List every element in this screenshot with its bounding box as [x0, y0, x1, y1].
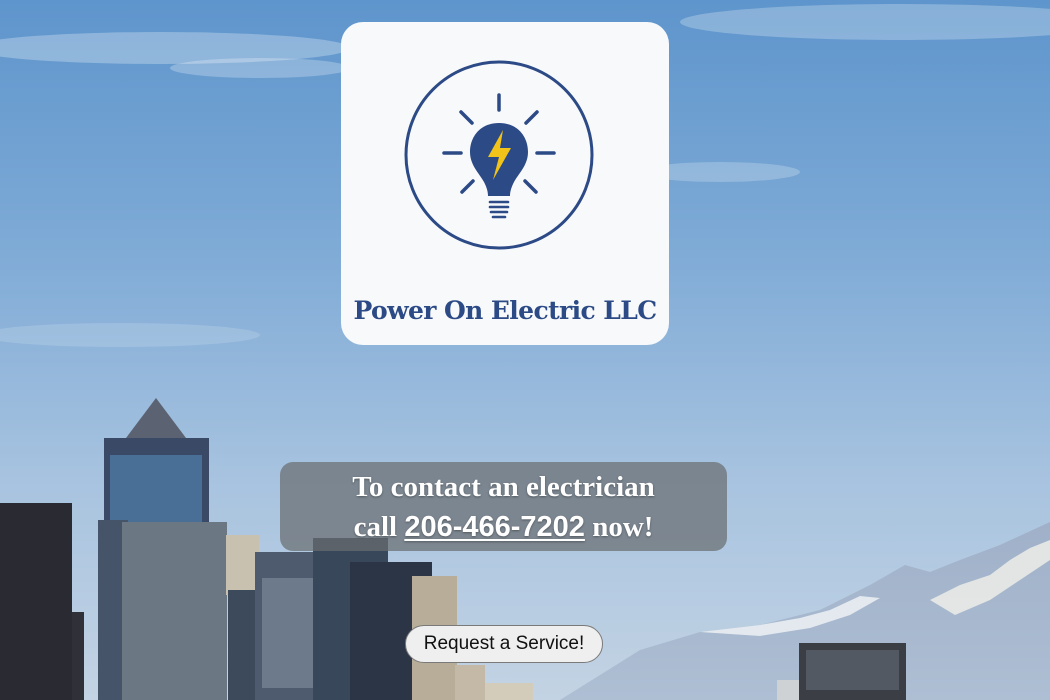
- contact-line-1: To contact an electrician: [352, 471, 655, 503]
- company-logo-card: Power On Electric LLC: [341, 22, 669, 345]
- contact-line-2: call 206-466-7202 now!: [280, 507, 727, 547]
- phone-number-link[interactable]: 206-466-7202: [404, 511, 585, 543]
- call-suffix: now!: [592, 511, 654, 543]
- contact-banner: To contact an electrician call 206-466-7…: [280, 462, 727, 551]
- company-name: Power On Electric LLC: [353, 296, 657, 325]
- call-prefix: call: [353, 511, 398, 543]
- request-service-button[interactable]: Request a Service!: [405, 625, 603, 663]
